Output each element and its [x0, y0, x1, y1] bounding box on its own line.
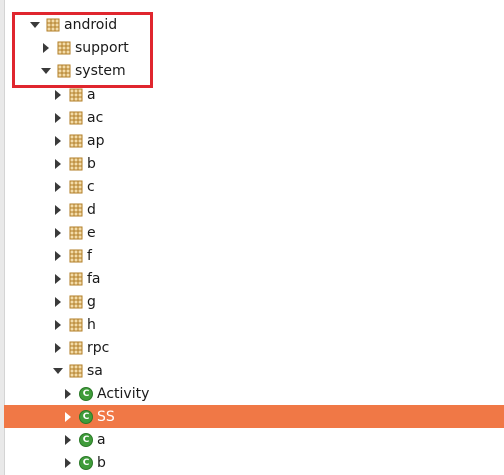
tree-node-activity[interactable]: C Activity — [4, 382, 504, 405]
collapse-arrow-icon[interactable] — [52, 158, 64, 170]
collapse-arrow-icon[interactable] — [62, 411, 74, 423]
collapse-arrow-icon[interactable] — [52, 342, 64, 354]
tree-node-label: f — [87, 247, 92, 264]
tree-node-g[interactable]: g — [4, 290, 504, 313]
tree-node-fa[interactable]: fa — [4, 267, 504, 290]
tree-node-support[interactable]: support — [4, 36, 504, 59]
collapse-arrow-icon[interactable] — [52, 273, 64, 285]
tree-node-rpc[interactable]: rpc — [4, 336, 504, 359]
tree-node-label: fa — [87, 270, 101, 287]
tree-node-h[interactable]: h — [4, 313, 504, 336]
package-icon — [69, 318, 83, 331]
package-icon — [69, 364, 83, 377]
tree-node-label: c — [87, 178, 95, 195]
tree-node-ac[interactable]: ac — [4, 106, 504, 129]
class-icon: C — [79, 409, 93, 424]
collapse-arrow-icon[interactable] — [52, 227, 64, 239]
tree-node-class-a[interactable]: C a — [4, 428, 504, 451]
tree-node-label: system — [75, 62, 126, 79]
collapse-arrow-icon[interactable] — [52, 112, 64, 124]
tree-node-d[interactable]: d — [4, 198, 504, 221]
expand-arrow-icon[interactable] — [52, 365, 64, 377]
class-icon: C — [79, 432, 93, 447]
collapse-arrow-icon[interactable] — [52, 89, 64, 101]
expand-arrow-icon[interactable] — [40, 65, 52, 77]
package-icon — [69, 203, 83, 216]
package-icon — [57, 41, 71, 54]
tree-node-label: ac — [87, 109, 104, 126]
package-icon — [69, 180, 83, 193]
collapse-arrow-icon[interactable] — [52, 204, 64, 216]
package-icon — [46, 18, 60, 31]
collapse-arrow-icon[interactable] — [62, 388, 74, 400]
package-icon — [69, 272, 83, 285]
package-explorer-tree[interactable]: android support system a ac ap b c d e f… — [0, 0, 504, 475]
tree-node-android[interactable]: android — [4, 13, 504, 36]
tree-node-label: SS — [97, 408, 115, 425]
package-icon — [69, 88, 83, 101]
collapse-arrow-icon[interactable] — [52, 135, 64, 147]
package-icon — [69, 157, 83, 170]
tree-node-label: support — [75, 39, 129, 56]
collapse-arrow-icon[interactable] — [52, 296, 64, 308]
tree-node-b[interactable]: b — [4, 152, 504, 175]
tree-node-label: b — [87, 155, 96, 172]
tree-node-c[interactable]: c — [4, 175, 504, 198]
package-icon — [69, 341, 83, 354]
collapse-arrow-icon[interactable] — [40, 42, 52, 54]
package-icon — [69, 226, 83, 239]
tree-node-e[interactable]: e — [4, 221, 504, 244]
class-icon: C — [79, 455, 93, 470]
tree-node-label: rpc — [87, 339, 110, 356]
package-icon — [69, 295, 83, 308]
tree-node-label: g — [87, 293, 96, 310]
tree-node-label: e — [87, 224, 96, 241]
collapse-arrow-icon[interactable] — [52, 319, 64, 331]
tree-node-label: b — [97, 454, 106, 471]
package-icon — [69, 111, 83, 124]
tree-node-system[interactable]: system — [4, 59, 504, 82]
package-icon — [57, 64, 71, 77]
class-icon: C — [79, 386, 93, 401]
tree-node-class-b[interactable]: C b — [4, 451, 504, 474]
tree-node-label: a — [97, 431, 106, 448]
expand-arrow-icon[interactable] — [29, 19, 41, 31]
package-icon — [69, 249, 83, 262]
package-icon — [69, 134, 83, 147]
tree-node-f[interactable]: f — [4, 244, 504, 267]
collapse-arrow-icon[interactable] — [62, 457, 74, 469]
tree-node-label: d — [87, 201, 96, 218]
tree-node-label: h — [87, 316, 96, 333]
tree-node-label: android — [64, 16, 118, 33]
tree-node-label: a — [87, 86, 96, 103]
tree-node-ap[interactable]: ap — [4, 129, 504, 152]
tree-node-sa[interactable]: sa — [4, 359, 504, 382]
collapse-arrow-icon[interactable] — [62, 434, 74, 446]
tree-node-label: Activity — [97, 385, 150, 402]
tree-node-label: ap — [87, 132, 105, 149]
tree-node-ss-selected[interactable]: C SS — [4, 405, 504, 428]
collapse-arrow-icon[interactable] — [52, 181, 64, 193]
collapse-arrow-icon[interactable] — [52, 250, 64, 262]
tree-node-a[interactable]: a — [4, 83, 504, 106]
tree-node-label: sa — [87, 362, 103, 379]
